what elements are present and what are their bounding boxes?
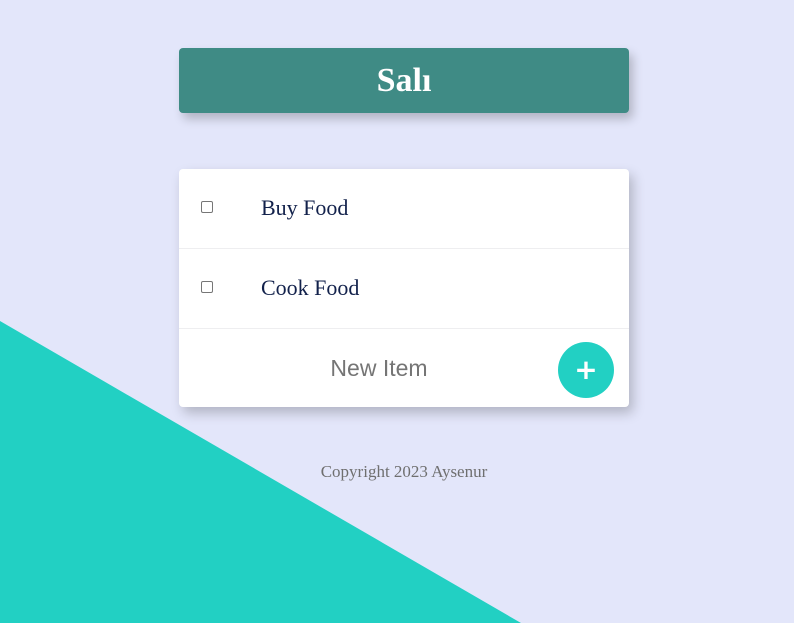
list-item: Cook Food (179, 249, 629, 329)
item-label: Cook Food (261, 275, 360, 300)
footer-copyright: Copyright 2023 Aysenur (320, 462, 488, 481)
item-checkbox[interactable] (201, 201, 213, 213)
todo-card: Buy Food Cook Food + (179, 169, 629, 407)
new-item-input[interactable] (179, 343, 579, 393)
list-item: Buy Food (179, 169, 629, 249)
item-checkbox[interactable] (201, 281, 213, 293)
add-item-button[interactable]: + (558, 342, 614, 398)
new-item-form: + (179, 329, 629, 407)
page-title: Salı (376, 61, 432, 99)
header-box: Salı (179, 48, 629, 113)
item-label: Buy Food (261, 195, 349, 220)
